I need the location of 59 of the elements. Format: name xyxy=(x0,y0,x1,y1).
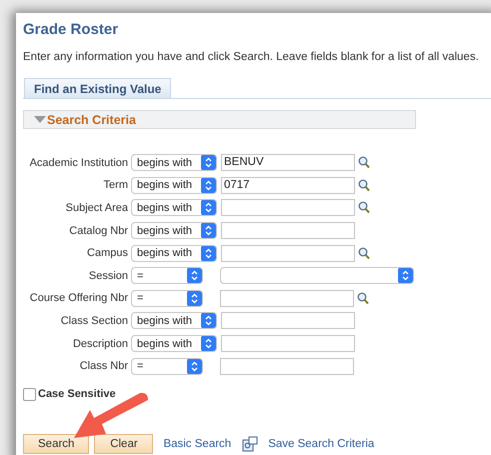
field-label: Term xyxy=(102,179,129,192)
input-field[interactable] xyxy=(221,244,355,262)
field-label: Session xyxy=(88,270,129,282)
input-field[interactable]: 0717 xyxy=(221,176,355,194)
link[interactable]: Basic Search xyxy=(163,438,232,450)
stepper-icon xyxy=(201,246,216,261)
stepper-icon xyxy=(187,290,202,306)
section-header[interactable]: Search Criteria xyxy=(23,110,416,129)
operator-select[interactable]: = xyxy=(131,358,203,375)
input-field[interactable] xyxy=(221,222,355,240)
link[interactable]: Save Search Criteria xyxy=(268,438,374,450)
operator-select[interactable]: begins with xyxy=(131,199,217,216)
clear-button[interactable]: Clear xyxy=(94,434,154,454)
stepper-icon xyxy=(201,336,216,352)
instructions-text: Enter any information you have and click Search. Leave fields blank for a list of all values. xyxy=(23,51,480,63)
operator-select[interactable]: begins with xyxy=(131,176,217,194)
stepper-icon xyxy=(187,358,202,374)
stepper-icon xyxy=(398,268,413,284)
search-icon[interactable] xyxy=(358,156,370,170)
operator-select[interactable]: = xyxy=(131,267,203,284)
page-title: Grade Roster xyxy=(23,21,120,38)
field-label: Description xyxy=(72,338,129,350)
field-label: Class Section xyxy=(60,314,129,327)
stepper-icon xyxy=(201,223,216,238)
stepper-icon xyxy=(201,178,216,193)
save-icon[interactable] xyxy=(242,436,258,452)
stepper-icon xyxy=(187,268,202,284)
field-label: Catalog Nbr xyxy=(68,224,129,237)
collapse-icon[interactable] xyxy=(34,116,46,124)
operator-select[interactable]: begins with xyxy=(131,154,217,172)
stepper-icon xyxy=(201,155,216,170)
operator-select[interactable]: begins with xyxy=(131,312,217,330)
input-field[interactable] xyxy=(221,312,355,330)
tab[interactable]: Find an Existing Value xyxy=(24,78,172,98)
field-label: Class Nbr xyxy=(78,360,129,372)
stepper-icon xyxy=(201,313,216,328)
checkbox-label: Case Sensitive xyxy=(38,388,116,400)
input-field[interactable] xyxy=(221,335,355,352)
checkbox[interactable] xyxy=(23,388,36,401)
input-field[interactable] xyxy=(220,358,354,375)
field-label: Campus xyxy=(86,247,129,260)
value-select[interactable] xyxy=(220,267,414,284)
field-label: Course Offering Nbr xyxy=(28,292,129,304)
search-icon[interactable] xyxy=(358,178,370,192)
operator-select[interactable]: = xyxy=(131,290,203,307)
search-icon[interactable] xyxy=(358,201,370,214)
stepper-icon xyxy=(201,200,216,216)
field-label: Academic Institution xyxy=(28,156,129,169)
input-field[interactable]: BENUV xyxy=(221,154,355,172)
input-field[interactable] xyxy=(221,199,355,216)
operator-select[interactable]: begins with xyxy=(131,222,217,240)
search-button[interactable]: Search xyxy=(23,434,90,454)
operator-select[interactable]: begins with xyxy=(131,244,217,262)
input-field[interactable] xyxy=(220,290,354,307)
search-icon[interactable] xyxy=(357,292,369,305)
search-icon[interactable] xyxy=(358,246,370,260)
field-label: Subject Area xyxy=(64,202,129,214)
operator-select[interactable]: begins with xyxy=(131,335,217,352)
section-title: Search Criteria xyxy=(47,112,136,126)
